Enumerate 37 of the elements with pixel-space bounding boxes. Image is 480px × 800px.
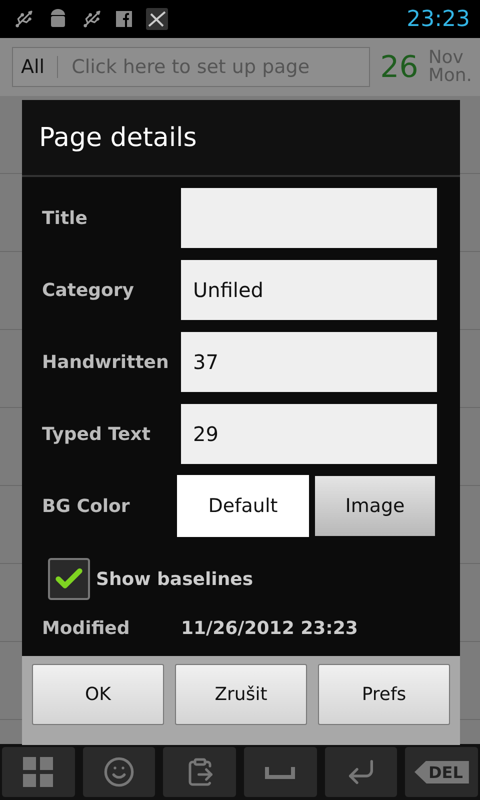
field-label: BG Color xyxy=(42,496,131,516)
dialog-button[interactable]: Prefs xyxy=(318,664,450,725)
dialog-button[interactable]: OK xyxy=(32,664,164,725)
field-label: Modified xyxy=(42,618,131,639)
grid-icon xyxy=(22,756,54,788)
keyboard-key[interactable] xyxy=(324,747,398,797)
text-field[interactable]: 29 xyxy=(181,404,437,464)
text-field[interactable] xyxy=(181,188,437,248)
usb-icon xyxy=(82,9,102,29)
smiley-icon xyxy=(103,756,135,788)
keyboard-key[interactable] xyxy=(163,747,236,797)
keyboard-key[interactable] xyxy=(244,747,317,797)
checkbox[interactable] xyxy=(48,558,90,600)
text-field[interactable]: Unfiled xyxy=(181,260,437,320)
space-icon xyxy=(265,765,296,779)
keyboard-key[interactable]: DEL xyxy=(405,747,478,797)
page-setup-hint: Click here to set up page xyxy=(70,56,310,78)
delete-key-label: DEL xyxy=(414,760,469,784)
clock: 23:23 xyxy=(406,6,470,32)
field-label: Typed Text xyxy=(42,424,152,444)
page-setup-field[interactable]: All Click here to set up page xyxy=(12,47,370,87)
modified-value: 11/26/2012 23:23 xyxy=(181,618,358,639)
text-field[interactable]: 37 xyxy=(181,332,437,392)
field-label: Category xyxy=(42,280,136,300)
dialog-button[interactable]: Zrušit xyxy=(175,664,307,725)
checkbox-label: Show baselines xyxy=(96,568,254,590)
category-filter[interactable]: All xyxy=(13,56,58,78)
keyboard-key[interactable] xyxy=(82,747,156,797)
date-day: 26 xyxy=(380,50,418,84)
field-label: Title xyxy=(42,208,88,228)
keyboard-key[interactable] xyxy=(2,747,75,797)
bg-color-option[interactable]: Default xyxy=(177,475,309,537)
facebook-icon xyxy=(116,11,132,27)
dialog-title: Page details xyxy=(39,122,197,152)
usb-icon xyxy=(14,9,34,29)
field-label: Handwritten xyxy=(42,352,170,372)
bg-color-option[interactable]: Image xyxy=(315,476,435,536)
